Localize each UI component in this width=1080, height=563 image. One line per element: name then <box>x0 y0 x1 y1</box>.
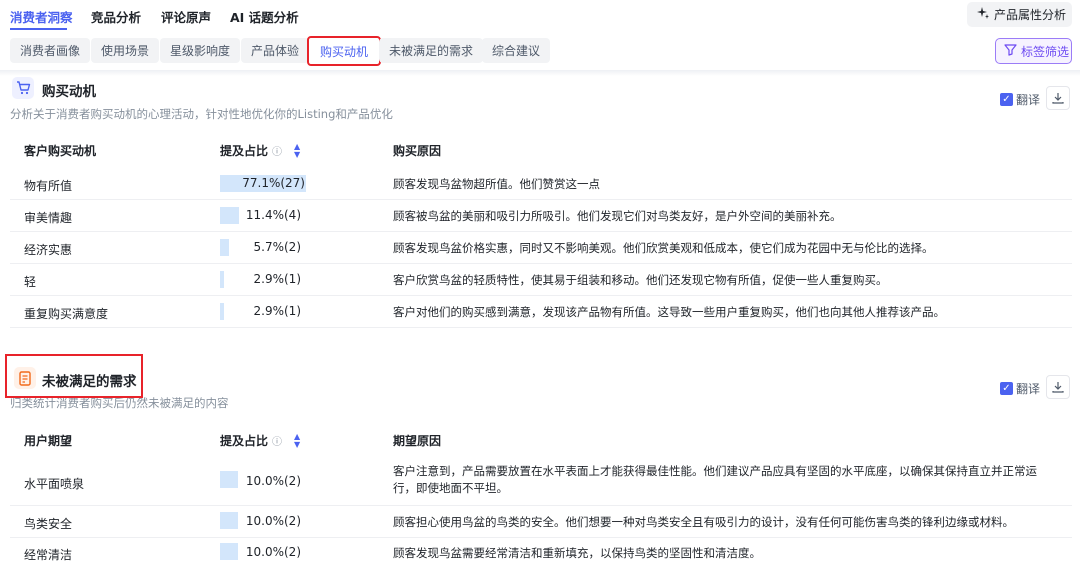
row-reason: 客户欣赏鸟盆的轻质特性，使其易于组装和移动。他们还发现它物有所值，促使一些人重复… <box>393 273 888 287</box>
table-row: 审美情趣 11.4%(4) 顾客被鸟盆的美丽和吸引力所吸引。他们发现它们对鸟类友… <box>10 200 1072 232</box>
share-value: 10.0%(2) <box>245 514 301 528</box>
row-reason: 顾客发现鸟盆价格实惠，同时又不影响美观。他们欣赏美观和低成本，使它们成为花园中无… <box>393 241 934 255</box>
highlight-box <box>5 354 143 398</box>
subtab-star-impact[interactable]: 星级影响度 <box>160 38 241 63</box>
translate-toggle[interactable]: ✓ 翻译 <box>1000 380 1040 397</box>
row-name: 审美情趣 <box>24 211 73 225</box>
sort-icon[interactable]: ▲ ▼ <box>294 432 300 449</box>
row-name: 经常清洁 <box>24 548 73 562</box>
checkbox-checked-icon: ✓ <box>1000 93 1013 106</box>
col-expectation-reason: 期望原因 <box>393 434 442 448</box>
share-value: 5.7%(2) <box>253 240 301 254</box>
product-attribute-analysis-label: 产品属性分析 <box>994 8 1067 22</box>
tab-consumer-insight[interactable]: 消费者洞察 <box>10 7 73 26</box>
subtab-product-experience[interactable]: 产品体验 <box>241 38 310 63</box>
tab-review-voice[interactable]: 评论原声 <box>161 7 211 26</box>
sub-tabs: 消费者画像 使用场景 星级影响度 产品体验 购买动机 未被满足的需求 综合建议 <box>0 36 1080 66</box>
row-reason: 顾客发现鸟盆物超所值。他们赞赏这一点 <box>393 177 600 191</box>
download-icon <box>1052 382 1064 393</box>
sparkle-icon <box>977 7 989 22</box>
share-value: 2.9%(1) <box>253 272 301 286</box>
table-row: 物有所值 77.1%(27) 顾客发现鸟盆物超所值。他们赞赏这一点 <box>10 168 1072 200</box>
col-share[interactable]: 提及占比 ⓘ ▲ ▼ <box>220 432 300 449</box>
row-name: 重复购买满意度 <box>24 307 109 321</box>
unmet-needs-section: 未被满足的需求 归类统计消费者购买后仍然未被满足的内容 ✓ 翻译 用户期望 提及… <box>0 354 1080 563</box>
table-row: 鸟类安全 10.0%(2) 顾客担心使用鸟盆的鸟类的安全。他们想要一种对鸟类安全… <box>10 506 1072 538</box>
share-value: 77.1%(27) <box>242 176 305 190</box>
col-reason: 购买原因 <box>393 144 442 158</box>
col-share-label: 提及占比 <box>220 434 269 448</box>
table-row: 轻 2.9%(1) 客户欣赏鸟盆的轻质特性，使其易于组装和移动。他们还发现它物有… <box>10 264 1072 296</box>
info-icon: ⓘ <box>272 147 283 158</box>
translate-toggle[interactable]: ✓ 翻译 <box>1000 91 1040 108</box>
row-name: 物有所值 <box>24 179 73 193</box>
row-reason: 顾客担心使用鸟盆的鸟类的安全。他们想要一种对鸟类安全且有吸引力的设计，没有任何可… <box>393 515 1014 529</box>
subtab-recommendations[interactable]: 综合建议 <box>482 38 551 63</box>
table-row: 重复购买满意度 2.9%(1) 客户对他们的购买感到满意，发现该产品物有所值。这… <box>10 296 1072 328</box>
download-icon <box>1052 93 1064 104</box>
download-button[interactable] <box>1046 375 1070 399</box>
subtab-consumer-profile[interactable]: 消费者画像 <box>10 38 91 63</box>
active-tab-underline <box>10 28 67 30</box>
product-attribute-analysis-button[interactable]: 产品属性分析 <box>967 2 1072 27</box>
subtab-unmet-needs[interactable]: 未被满足的需求 <box>379 38 484 63</box>
info-icon: ⓘ <box>272 437 283 448</box>
subtab-purchase-motivation[interactable]: 购买动机 <box>307 36 382 66</box>
row-name: 水平面喷泉 <box>24 477 85 491</box>
section-title: 购买动机 <box>42 84 96 100</box>
col-share[interactable]: 提及占比 ⓘ ▲ ▼ <box>220 142 300 159</box>
tab-competitor-analysis[interactable]: 竞品分析 <box>91 7 141 26</box>
table-row: 经常清洁 10.0%(2) 顾客发现鸟盆需要经常清洁和重新填充，以保持鸟类的坚固… <box>10 538 1072 563</box>
row-name: 轻 <box>24 275 37 289</box>
tag-filter-label: 标签筛选 <box>1021 44 1070 59</box>
col-expectation: 用户期望 <box>24 434 73 448</box>
sort-icon[interactable]: ▲ ▼ <box>294 142 300 159</box>
cart-icon <box>12 77 34 99</box>
row-name: 经济实惠 <box>24 243 73 257</box>
purchase-motivation-section: 购买动机 分析关于消费者购买动机的心理活动，针对性地优化你的Listing和产品… <box>0 76 1080 332</box>
top-nav: 消费者洞察 竞品分析 评论原声 AI 话题分析 产品属性分析 <box>0 0 1080 32</box>
section-description: 分析关于消费者购买动机的心理活动，针对性地优化你的Listing和产品优化 <box>10 107 393 121</box>
row-reason: 客户注意到，产品需要放置在水平表面上才能获得最佳性能。他们建议产品应具有坚固的水… <box>393 464 1037 495</box>
col-motivation: 客户购买动机 <box>24 144 97 158</box>
download-button[interactable] <box>1046 86 1070 110</box>
row-reason: 顾客被鸟盆的美丽和吸引力所吸引。他们发现它们对鸟类友好，是户外空间的美丽补充。 <box>393 209 842 223</box>
share-value: 10.0%(2) <box>245 474 301 488</box>
row-name: 鸟类安全 <box>24 517 73 531</box>
share-value: 2.9%(1) <box>253 304 301 318</box>
share-value: 10.0%(2) <box>245 545 301 559</box>
tag-filter-button[interactable]: 标签筛选 <box>995 38 1072 64</box>
col-share-label: 提及占比 <box>220 144 269 158</box>
row-reason: 客户对他们的购买感到满意，发现该产品物有所值。这导致一些用户重复购买，他们也向其… <box>393 305 945 319</box>
tab-ai-topic-analysis[interactable]: AI 话题分析 <box>230 7 299 26</box>
checkbox-checked-icon: ✓ <box>1000 382 1013 395</box>
table-header: 用户期望 提及占比 ⓘ ▲ ▼ 期望原因 <box>10 422 1072 456</box>
table-row: 经济实惠 5.7%(2) 顾客发现鸟盆价格实惠，同时又不影响美观。他们欣赏美观和… <box>10 232 1072 264</box>
row-reason: 顾客发现鸟盆需要经常清洁和重新填充，以保持鸟类的坚固性和清洁度。 <box>393 546 761 560</box>
translate-label: 翻译 <box>1016 382 1041 396</box>
funnel-icon <box>1004 43 1017 59</box>
share-value: 11.4%(4) <box>245 208 301 222</box>
table-row: 水平面喷泉 10.0%(2) 客户注意到，产品需要放置在水平表面上才能获得最佳性… <box>10 458 1072 506</box>
table-header: 客户购买动机 提及占比 ⓘ ▲ ▼ 购买原因 <box>10 132 1072 166</box>
translate-label: 翻译 <box>1016 93 1041 107</box>
subtab-usage-scenarios[interactable]: 使用场景 <box>91 38 160 63</box>
